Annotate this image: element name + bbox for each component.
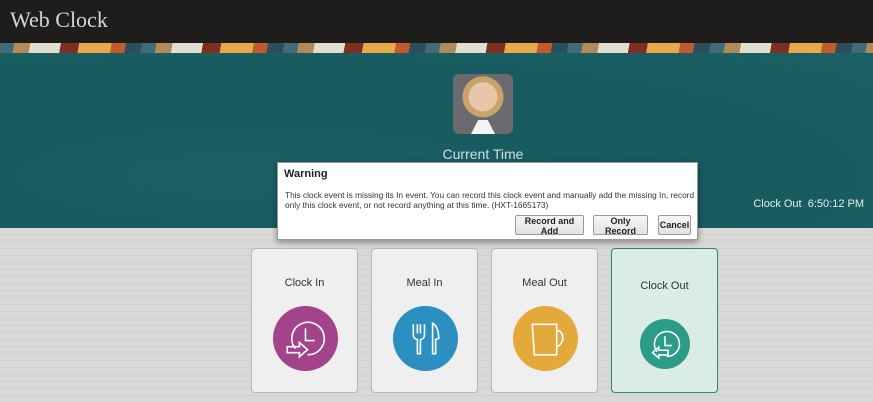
clock-out-card[interactable]: Clock Out [611, 248, 718, 393]
clock-out-icon [640, 319, 690, 369]
dialog-title: Warning [284, 168, 328, 180]
warning-dialog: Warning This clock event is missing its … [277, 162, 698, 240]
clock-in-card[interactable]: Clock In [251, 248, 358, 393]
dialog-message: This clock event is missing its In event… [285, 190, 695, 210]
fork-knife-icon [393, 306, 458, 371]
cancel-button[interactable]: Cancel [658, 215, 691, 235]
card-label: Meal Out [522, 277, 567, 289]
record-and-add-button[interactable]: Record and Add [515, 215, 584, 236]
meal-out-card[interactable]: Meal Out [491, 248, 598, 393]
last-clock-status: Clock Out 6:50:12 PM [753, 198, 864, 210]
decorative-banner [0, 43, 873, 53]
status-label: Clock Out [753, 198, 802, 210]
current-time-label: Current Time [442, 146, 524, 162]
mug-icon [513, 306, 578, 371]
clock-in-icon [273, 306, 338, 371]
card-label: Clock Out [640, 280, 689, 292]
app-title: Web Clock [10, 7, 108, 32]
status-time: 6:50:12 PM [807, 198, 864, 210]
app-header: Web Clock [0, 0, 873, 43]
meal-in-card[interactable]: Meal In [371, 248, 478, 393]
card-label: Clock In [284, 277, 325, 289]
card-label: Meal In [406, 277, 443, 289]
only-record-button[interactable]: Only Record [593, 215, 648, 236]
avatar [453, 74, 513, 134]
